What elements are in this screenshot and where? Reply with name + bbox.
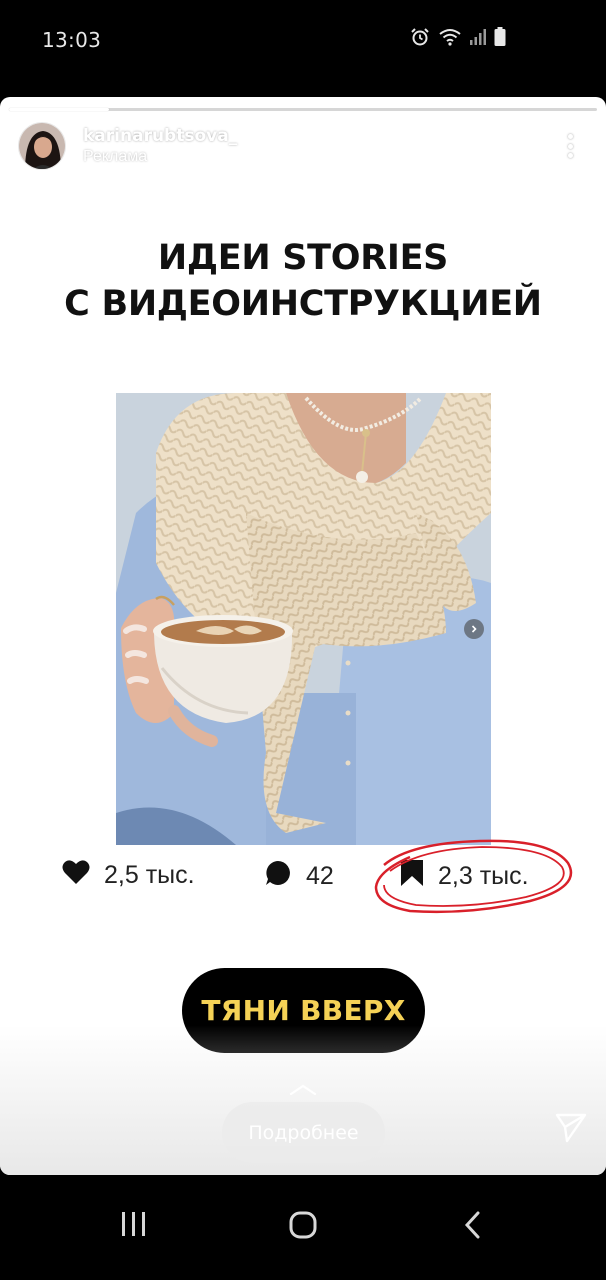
send-icon[interactable] xyxy=(555,1111,587,1148)
account-username[interactable]: karinarubtsova_ xyxy=(83,126,237,146)
chevron-up-icon[interactable] xyxy=(288,1083,318,1102)
avatar[interactable] xyxy=(18,122,66,170)
story-progress-fill xyxy=(9,108,109,111)
sponsored-label: Реклама xyxy=(83,148,148,165)
headline-line-1: ИДЕИ STORIES xyxy=(157,238,449,278)
carousel-next-icon[interactable] xyxy=(464,619,484,639)
battery-icon xyxy=(494,27,506,52)
likes-count: 2,5 тыс. xyxy=(104,861,195,889)
swipe-up-button[interactable]: ТЯНИ ВВЕРХ xyxy=(182,968,425,1053)
heart-icon xyxy=(62,859,90,892)
post-photo xyxy=(116,393,491,845)
comments-stat: 42 xyxy=(264,859,334,894)
status-icons xyxy=(410,27,506,52)
home-icon[interactable] xyxy=(289,1211,317,1244)
recents-icon[interactable] xyxy=(120,1211,148,1242)
comment-bubble-icon xyxy=(264,859,292,894)
story-header[interactable]: karinarubtsova_ Реклама xyxy=(18,122,237,170)
annotation-circle xyxy=(370,835,580,922)
status-bar: 13:03 xyxy=(0,0,606,80)
account-meta: karinarubtsova_ Реклама xyxy=(83,126,237,166)
back-icon[interactable] xyxy=(462,1211,484,1244)
navigation-bar xyxy=(0,1175,606,1280)
likes-stat: 2,5 тыс. xyxy=(62,859,195,892)
more-details-button[interactable]: Подробнее xyxy=(222,1102,385,1163)
more-options-icon[interactable] xyxy=(560,131,580,161)
signal-icon xyxy=(470,28,486,51)
wifi-icon xyxy=(438,27,462,52)
story-headline: ИДЕИ STORIES С ВИДЕОИНСТРУКЦИЕЙ xyxy=(0,235,606,327)
alarm-icon xyxy=(410,27,430,52)
story-progress-bar xyxy=(9,108,597,111)
status-time: 13:03 xyxy=(42,28,102,52)
comments-count: 42 xyxy=(306,862,334,890)
story-card[interactable]: karinarubtsova_ Реклама ИДЕИ STORIES С В… xyxy=(0,97,606,1175)
headline-line-2: С ВИДЕОИНСТРУКЦИЕЙ xyxy=(64,284,542,324)
